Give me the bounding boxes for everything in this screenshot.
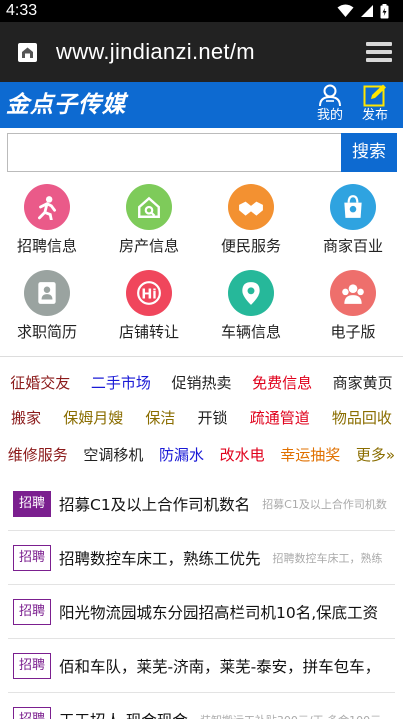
quick-link[interactable]: 物品回收 bbox=[330, 407, 394, 428]
quick-link[interactable]: 空调移机 bbox=[81, 444, 145, 465]
category-badge: 招聘 bbox=[13, 652, 51, 679]
quick-link[interactable]: 保姆月嫂 bbox=[61, 407, 125, 428]
quick-link[interactable]: 保洁 bbox=[143, 407, 177, 428]
listing-title: 招募C1及以上合作司机数名 bbox=[59, 495, 251, 514]
quick-link[interactable]: 更多» bbox=[354, 444, 397, 465]
category-label: 车辆信息 bbox=[220, 323, 281, 341]
category-grid: 招聘信息 房产信息 便民服务 商家百业求职简历 Hi 店铺转让 车辆信息 电子版 bbox=[0, 178, 403, 350]
listing-summary: 招聘数控车床工，熟练 bbox=[272, 551, 383, 565]
category-label: 商家百业 bbox=[322, 237, 383, 255]
listing-title: 天天招人 现金现金 bbox=[59, 709, 188, 719]
my-account-label: 我的 bbox=[316, 108, 343, 123]
quick-link[interactable]: 疏通管道 bbox=[248, 407, 312, 428]
shop-transfer-icon: Hi bbox=[126, 270, 172, 316]
signal-icon bbox=[361, 5, 373, 17]
user-icon bbox=[319, 84, 341, 107]
listing-summary: 招募C1及以上合作司机数 bbox=[262, 497, 387, 511]
listing-item[interactable]: 招聘天天招人 现金现金 装卸搬运工补贴300元/天 多金100元 bbox=[8, 693, 395, 719]
category-item[interactable]: 商家百业 bbox=[303, 178, 403, 264]
listing-title: 佰和车队，莱芜-济南，莱芜-泰安，拼车包车， bbox=[59, 657, 381, 676]
listing-item[interactable]: 招聘 招聘数控车床工，熟练工优先 招聘数控车床工，熟练 bbox=[8, 531, 395, 585]
url-text[interactable]: www.jindianzi.net/m bbox=[56, 39, 255, 65]
handshake-icon bbox=[228, 184, 274, 230]
category-badge: 招聘 bbox=[13, 706, 51, 719]
quick-link[interactable]: 商家黄页 bbox=[331, 372, 395, 393]
category-label: 店铺转让 bbox=[118, 323, 179, 341]
browser-menu-icon[interactable] bbox=[366, 40, 392, 64]
location-pin-icon bbox=[228, 270, 274, 316]
divider bbox=[0, 356, 403, 357]
category-item[interactable]: 房产信息 bbox=[99, 178, 199, 264]
browser-url-bar[interactable]: www.jindianzi.net/m bbox=[0, 22, 403, 82]
quick-link[interactable]: 改水电 bbox=[218, 444, 267, 465]
category-item[interactable]: 便民服务 bbox=[201, 178, 301, 264]
crowd-icon bbox=[330, 270, 376, 316]
quick-link[interactable]: 防漏水 bbox=[157, 444, 206, 465]
shopping-bag-icon bbox=[330, 184, 376, 230]
listing-summary: 装卸搬运工补贴300元/天 多金100元 bbox=[200, 712, 381, 719]
category-badge: 招聘 bbox=[13, 598, 51, 625]
search-bar: 搜索 bbox=[7, 133, 397, 172]
quick-link[interactable]: 幸运抽奖 bbox=[278, 444, 342, 465]
category-label: 求职简历 bbox=[16, 323, 77, 341]
listing-item[interactable]: 招聘 阳光物流园城东分园招高栏司机10名,保底工资 bbox=[8, 585, 395, 639]
quick-link[interactable]: 免费信息 bbox=[250, 372, 314, 393]
category-item[interactable]: 求职简历 bbox=[0, 264, 97, 350]
quick-link[interactable]: 二手市场 bbox=[89, 372, 153, 393]
listing-title: 招聘数控车床工，熟练工优先 bbox=[59, 549, 261, 568]
category-item[interactable]: Hi 店铺转让 bbox=[99, 264, 199, 350]
edit-icon bbox=[363, 84, 386, 107]
quick-link[interactable]: 搬家 bbox=[9, 407, 43, 428]
site-favicon-icon bbox=[18, 43, 37, 62]
battery-icon bbox=[380, 3, 389, 18]
search-input[interactable] bbox=[7, 133, 341, 172]
quick-link[interactable]: 促销热卖 bbox=[169, 372, 233, 393]
category-label: 房产信息 bbox=[118, 237, 179, 255]
search-button[interactable]: 搜索 bbox=[341, 133, 397, 172]
quick-link[interactable]: 开锁 bbox=[196, 407, 230, 428]
quick-link-row: 搬家 保姆月嫂 保洁 开锁 疏通管道 物品回收 bbox=[0, 405, 403, 429]
listing-item[interactable]: 招聘 佰和车队，莱芜-济南，莱芜-泰安，拼车包车， bbox=[8, 639, 395, 693]
category-item[interactable]: 招聘信息 bbox=[0, 178, 97, 264]
category-item[interactable]: 电子版 bbox=[303, 264, 403, 350]
category-badge: 招聘 bbox=[13, 544, 51, 571]
category-label: 便民服务 bbox=[220, 237, 281, 255]
status-bar: 4:33 bbox=[0, 0, 403, 22]
site-logo[interactable]: 金点子传媒 bbox=[6, 88, 126, 122]
category-item[interactable]: 车辆信息 bbox=[201, 264, 301, 350]
quick-link[interactable]: 征婚交友 bbox=[8, 372, 72, 393]
running-person-icon bbox=[24, 184, 70, 230]
category-badge: 招聘 bbox=[13, 490, 51, 517]
post-label: 发布 bbox=[361, 108, 388, 123]
house-search-icon bbox=[126, 184, 172, 230]
wifi-icon bbox=[337, 4, 354, 17]
resume-icon bbox=[24, 270, 70, 316]
quick-link[interactable]: 维修服务 bbox=[6, 444, 70, 465]
category-label: 招聘信息 bbox=[16, 237, 77, 255]
quick-link-row: 征婚交友 二手市场 促销热卖 免费信息 商家黄页 bbox=[0, 370, 403, 394]
listing-item[interactable]: 招聘 招募C1及以上合作司机数名 招募C1及以上合作司机数 bbox=[8, 477, 395, 531]
my-account-button[interactable]: 我的 bbox=[312, 84, 348, 126]
post-button[interactable]: 发布 bbox=[357, 84, 393, 126]
status-icons bbox=[337, 3, 389, 19]
svg-text:Hi: Hi bbox=[141, 287, 156, 302]
quick-link-row: 维修服务 空调移机 防漏水 改水电 幸运抽奖 更多» bbox=[0, 442, 403, 466]
category-label: 电子版 bbox=[330, 323, 376, 341]
status-time: 4:33 bbox=[6, 2, 38, 19]
listing-title: 阳光物流园城东分园招高栏司机10名,保底工资 bbox=[59, 603, 379, 622]
site-header: 金点子传媒 我的 发布 bbox=[0, 82, 403, 128]
